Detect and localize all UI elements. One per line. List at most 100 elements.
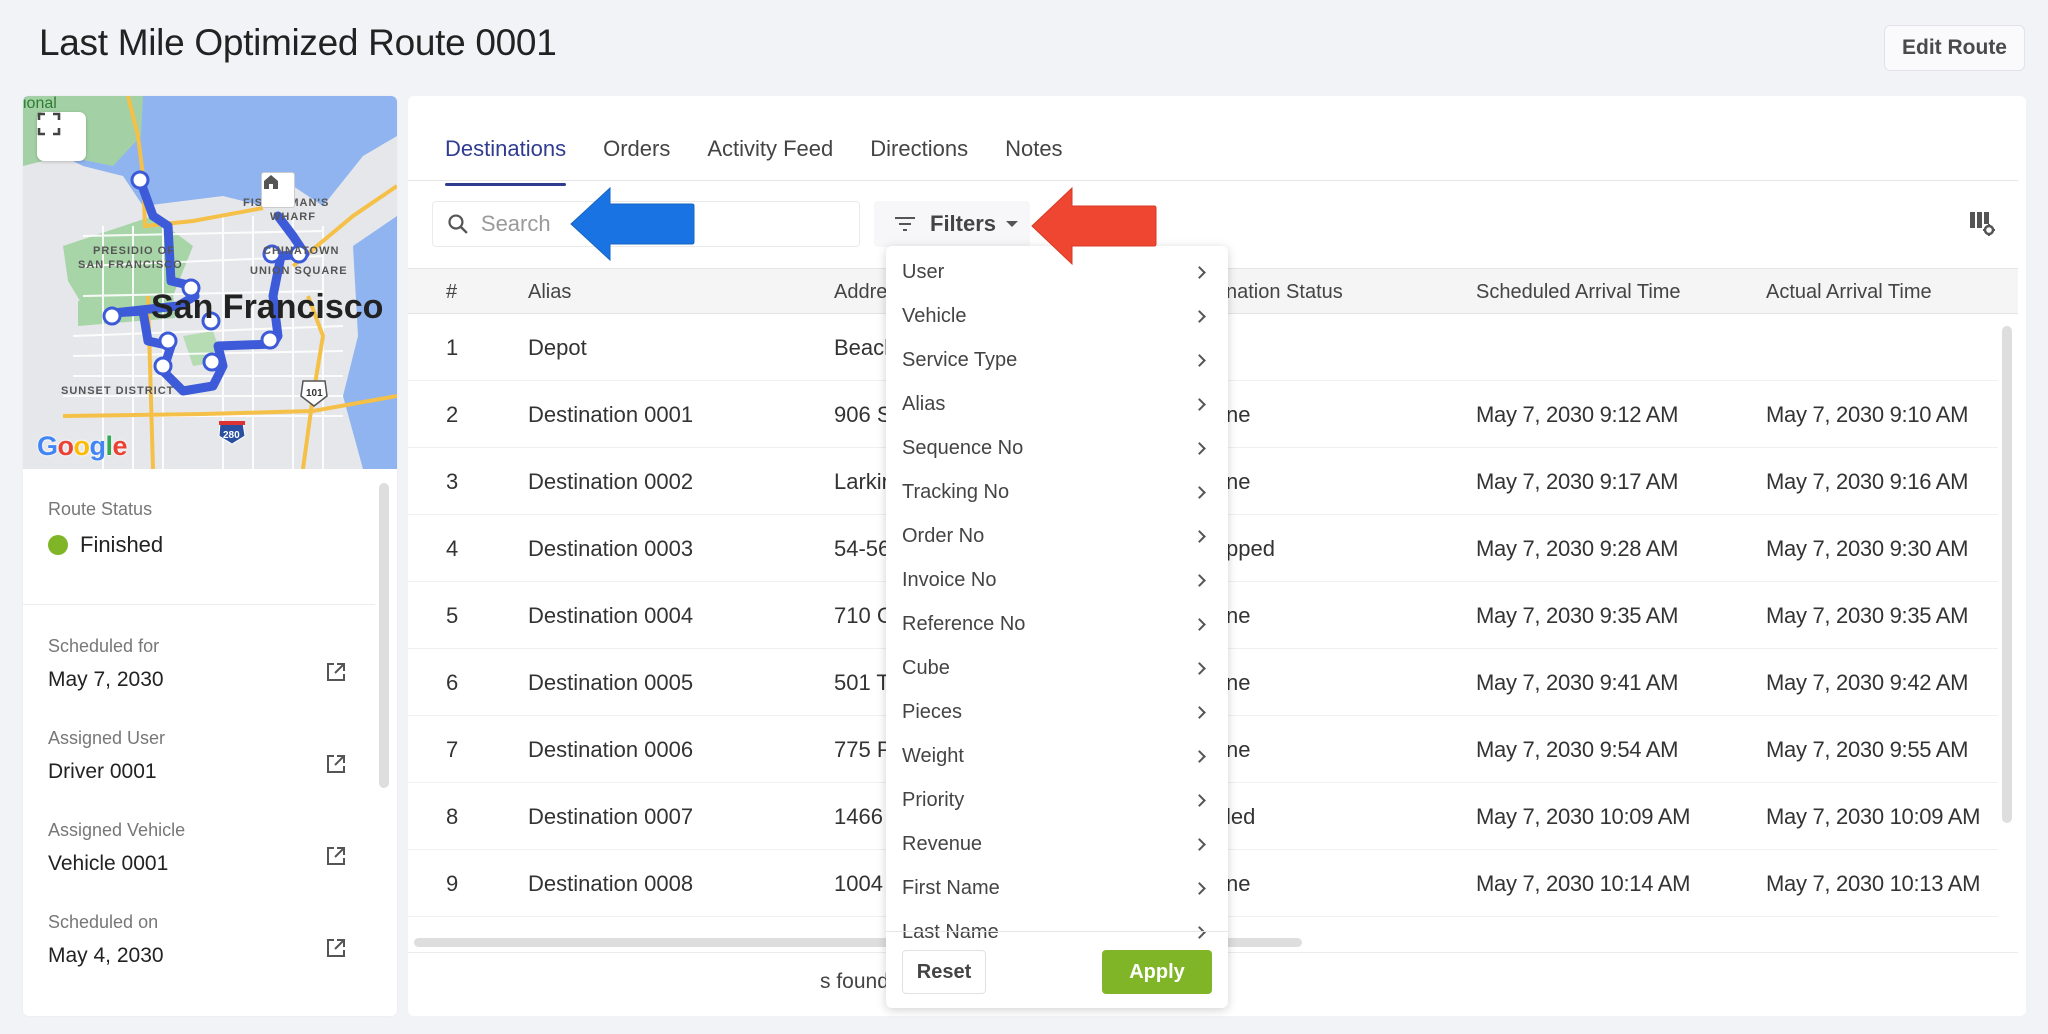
info-scrollbar[interactable]: [379, 483, 389, 788]
dropdown-footer-divider: [886, 931, 1228, 932]
column-settings-icon[interactable]: [1968, 209, 1996, 237]
cell-number: 5: [446, 603, 459, 628]
filters-annotation-arrow: [1031, 186, 1157, 266]
external-link-icon[interactable]: [325, 753, 347, 775]
filter-menu-item-pieces[interactable]: Pieces: [886, 690, 1228, 734]
scheduled-on: Scheduled on May 4, 2030: [48, 912, 368, 968]
cell-address: 775 P: [834, 737, 892, 762]
depot-marker[interactable]: [261, 172, 295, 208]
table-vertical-scrollbar[interactable]: [2002, 326, 2012, 823]
reset-button[interactable]: Reset: [902, 950, 986, 994]
cell-actual-arrival: May 7, 2030 9:16 AM: [1766, 469, 1969, 494]
cell-alias: Destination 0006: [528, 737, 694, 762]
column-header-actual-arrival[interactable]: Actual Arrival Time: [1766, 281, 1932, 304]
filter-menu-item-label: Revenue: [902, 832, 983, 855]
cell-alias: Destination 0007: [528, 804, 694, 829]
cell-number: 7: [446, 737, 459, 762]
filter-menu-item-first-name[interactable]: First Name: [886, 866, 1228, 910]
edit-route-button[interactable]: Edit Route: [1884, 25, 2025, 71]
column-header-destination-status[interactable]: nation Status: [1226, 281, 1343, 304]
filter-menu-item-tracking-no[interactable]: Tracking No: [886, 470, 1228, 514]
external-link-icon[interactable]: [325, 845, 347, 867]
apply-button[interactable]: Apply: [1102, 950, 1212, 994]
chevron-right-icon: [1193, 617, 1206, 631]
column-header-scheduled-arrival[interactable]: Scheduled Arrival Time: [1476, 281, 1681, 304]
filter-menu-item-cube[interactable]: Cube: [886, 646, 1228, 690]
results-count: s found: [820, 970, 889, 993]
chevron-right-icon: [1193, 485, 1206, 499]
scheduled-on-value: May 4, 2030: [48, 944, 164, 967]
filter-menu-item-priority[interactable]: Priority: [886, 778, 1228, 822]
assigned-vehicle: Assigned Vehicle Vehicle 0001: [48, 820, 368, 876]
map-label-sunset: SUNSET DISTRICT: [61, 385, 174, 397]
cell-status: ne: [1226, 737, 1251, 762]
filter-menu-item-order-no[interactable]: Order No: [886, 514, 1228, 558]
filter-menu-item-label: Vehicle: [902, 304, 967, 327]
chevron-right-icon: [1193, 705, 1206, 719]
filter-menu-item-label: Weight: [902, 744, 964, 767]
cell-actual-arrival: May 7, 2030 9:30 AM: [1766, 536, 1969, 561]
cell-status: ne: [1226, 871, 1251, 896]
column-header-alias[interactable]: Alias: [528, 281, 571, 304]
chevron-right-icon: [1193, 265, 1206, 279]
filter-menu-item-sequence-no[interactable]: Sequence No: [886, 426, 1228, 470]
tab-notes[interactable]: Notes: [1005, 136, 1062, 186]
assigned-user-value: Driver 0001: [48, 760, 157, 783]
assigned-user-label: Assigned User: [48, 728, 166, 748]
cell-alias: Destination 0004: [528, 603, 694, 628]
filter-menu-item-weight[interactable]: Weight: [886, 734, 1228, 778]
search-annotation-arrow: [570, 186, 695, 262]
tab-destinations[interactable]: Destinations: [445, 136, 567, 186]
filter-menu-item-alias[interactable]: Alias: [886, 382, 1228, 426]
filter-menu-item-revenue[interactable]: Revenue: [886, 822, 1228, 866]
tab-orders[interactable]: Orders: [603, 136, 670, 186]
scheduled-on-label: Scheduled on: [48, 912, 159, 932]
cell-actual-arrival: May 7, 2030 10:09 AM: [1766, 804, 1981, 829]
assigned-user: Assigned User Driver 0001: [48, 728, 368, 784]
status-dot-icon: [48, 535, 68, 555]
filter-menu-item-label: Reference No: [902, 612, 1026, 635]
filter-menu-item-reference-no[interactable]: Reference No: [886, 602, 1228, 646]
cell-actual-arrival: May 7, 2030 9:35 AM: [1766, 603, 1969, 628]
route-map[interactable]: PRESIDIO OF SAN FRANCISCO FISHERMAN'S WH…: [23, 96, 397, 469]
tab-activity-feed[interactable]: Activity Feed: [707, 136, 833, 186]
filter-menu-item-label: User: [902, 260, 945, 283]
cell-scheduled-arrival: May 7, 2030 9:41 AM: [1476, 670, 1679, 695]
info-divider: [23, 604, 375, 605]
cell-number: 1: [446, 335, 459, 360]
filters-button[interactable]: Filters: [874, 201, 1030, 247]
route-status-value: Finished: [80, 532, 164, 557]
cell-scheduled-arrival: May 7, 2030 9:17 AM: [1476, 469, 1679, 494]
filter-menu-item-vehicle[interactable]: Vehicle: [886, 294, 1228, 338]
cell-address: 54-56: [834, 536, 891, 561]
cell-number: 3: [446, 469, 459, 494]
cell-scheduled-arrival: May 7, 2030 10:09 AM: [1476, 804, 1691, 829]
cell-status: ne: [1226, 603, 1251, 628]
external-link-icon[interactable]: [325, 937, 347, 959]
cell-status: pped: [1226, 536, 1275, 561]
map-label-city: San Francisco: [151, 288, 383, 326]
cell-status: ne: [1226, 670, 1251, 695]
column-header-number[interactable]: #: [446, 281, 457, 304]
filter-menu-item-last-name[interactable]: Last Name: [886, 910, 1228, 954]
route-summary-panel: PRESIDIO OF SAN FRANCISCO FISHERMAN'S WH…: [23, 96, 397, 1016]
chevron-right-icon: [1193, 925, 1206, 939]
cell-address: 906 S: [834, 402, 892, 427]
tab-directions[interactable]: Directions: [870, 136, 968, 186]
map-fullscreen-button[interactable]: [37, 112, 86, 161]
filter-dropdown-menu: User Vehicle Service Type Alias Sequence No T…: [886, 246, 1228, 1008]
chevron-right-icon: [1193, 309, 1206, 323]
route-status: Route Status Finished: [48, 499, 163, 558]
filter-menu-item-invoice-no[interactable]: Invoice No: [886, 558, 1228, 602]
cell-alias: Destination 0005: [528, 670, 694, 695]
column-header-address[interactable]: Addre: [834, 281, 887, 304]
map-label-presidio-2: SAN FRANCISCO: [78, 259, 183, 271]
filter-menu-item-label: Order No: [902, 524, 985, 547]
filter-menu-item-label: Tracking No: [902, 480, 1010, 503]
filters-label: Filters: [930, 211, 997, 236]
map-label-national: ional: [23, 96, 57, 112]
filter-menu-item-service-type[interactable]: Service Type: [886, 338, 1228, 382]
tabs-divider: [408, 180, 2018, 181]
external-link-icon[interactable]: [325, 661, 347, 683]
cell-scheduled-arrival: May 7, 2030 10:14 AM: [1476, 871, 1691, 896]
